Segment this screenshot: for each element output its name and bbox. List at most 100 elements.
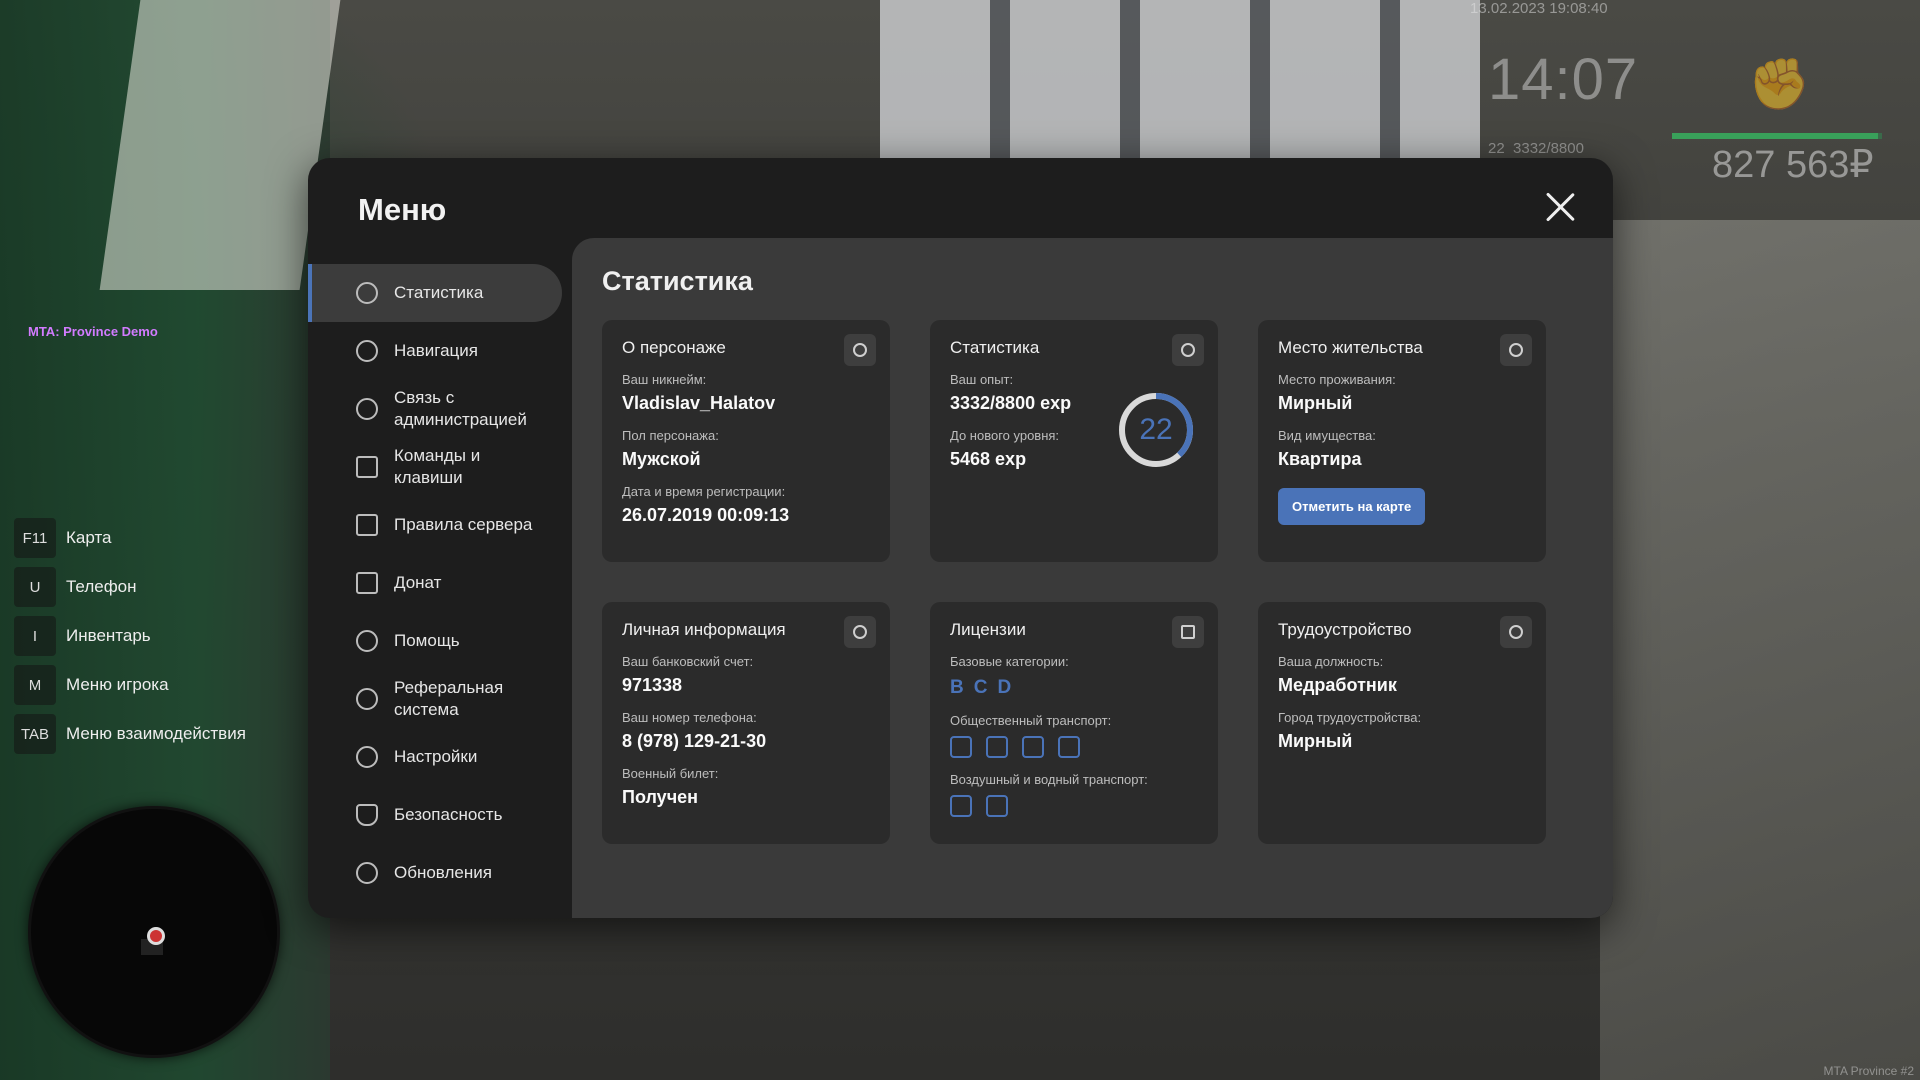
gender-value: Мужской bbox=[622, 449, 701, 469]
job-city-value: Мирный bbox=[1278, 731, 1353, 751]
gear-icon bbox=[356, 746, 378, 768]
content-title: Статистика bbox=[602, 266, 753, 296]
hud-time: 14:07 bbox=[1488, 47, 1639, 112]
level-ring: 22 bbox=[1116, 390, 1196, 470]
field-label: Место проживания: bbox=[1278, 372, 1396, 387]
nav-label: Навигация bbox=[394, 341, 478, 360]
field-label: Общественный транспорт: bbox=[950, 713, 1112, 728]
card-title: Лицензии bbox=[950, 620, 1026, 639]
wallet-icon bbox=[356, 572, 378, 594]
nickname-value: Vladislav_Halatov bbox=[622, 393, 776, 413]
nav-item-statistics[interactable]: Статистика bbox=[308, 264, 562, 322]
hotkey-row[interactable]: U Телефон bbox=[14, 567, 246, 607]
card-title: Трудоустройство bbox=[1278, 620, 1412, 639]
field-label: Дата и время регистрации: bbox=[622, 484, 786, 499]
nav-item-settings[interactable]: Настройки bbox=[308, 728, 562, 786]
health-bar bbox=[1672, 133, 1882, 139]
public-transport-icons bbox=[950, 736, 1198, 758]
handshake-icon bbox=[356, 630, 378, 652]
field-label: Ваша должность: bbox=[1278, 654, 1384, 669]
shield-icon bbox=[356, 804, 378, 826]
card-title: Личная информация bbox=[622, 620, 786, 639]
background-lockers bbox=[880, 0, 1480, 160]
bank-value: 971338 bbox=[622, 675, 683, 695]
refresh-icon bbox=[356, 862, 378, 884]
bus-icon bbox=[950, 736, 972, 758]
nav-item-commands[interactable]: Команды и клавиши bbox=[308, 438, 562, 496]
nav-item-navigation[interactable]: Навигация bbox=[308, 322, 562, 380]
waypoint-icon bbox=[147, 927, 165, 945]
card-title: Статистика bbox=[950, 338, 1040, 357]
nav-item-security[interactable]: Безопасность bbox=[308, 786, 562, 844]
military-value: Получен bbox=[622, 787, 699, 807]
nav-label: Безопасность bbox=[394, 805, 503, 824]
registration-value: 26.07.2019 00:09:13 bbox=[622, 505, 790, 525]
menu-sidebar: Статистика Навигация Связь с администрац… bbox=[308, 264, 562, 902]
nav-item-help[interactable]: Помощь bbox=[308, 612, 562, 670]
nav-item-admin-contact[interactable]: Связь с администрацией bbox=[308, 380, 562, 438]
nav-item-referral[interactable]: Реферальная система bbox=[308, 670, 562, 728]
hotkey-key: F11 bbox=[14, 518, 56, 558]
hotkey-row[interactable]: TAB Меню взаимодействия bbox=[14, 714, 246, 754]
nav-label: Статистика bbox=[394, 283, 484, 302]
field-label: Ваш никнейм: bbox=[622, 372, 707, 387]
license-category: D bbox=[997, 677, 1012, 698]
mark-on-map-button[interactable]: Отметить на карте bbox=[1278, 488, 1426, 525]
close-button[interactable] bbox=[1543, 190, 1577, 224]
nav-label: Настройки bbox=[394, 747, 478, 766]
metro-icon bbox=[1058, 736, 1080, 758]
field-label: Город трудоустройства: bbox=[1278, 710, 1422, 725]
nav-label: Правила сервера bbox=[394, 515, 533, 534]
hotkey-row[interactable]: M Меню игрока bbox=[14, 665, 246, 705]
nav-item-rules[interactable]: Правила сервера bbox=[308, 496, 562, 554]
background-floor bbox=[1600, 220, 1920, 1080]
card-residence: Место жительства Место проживания: Мирны… bbox=[1258, 320, 1546, 562]
fist-icon: ✊ bbox=[1748, 56, 1811, 112]
profile-icon bbox=[844, 616, 876, 648]
background-poster bbox=[99, 0, 341, 290]
card-statistics: Статистика Ваш опыт: 3332/8800 exp До но… bbox=[930, 320, 1218, 562]
phone-value: 8 (978) 129-21-30 bbox=[622, 731, 767, 751]
nav-label: Помощь bbox=[394, 631, 460, 650]
server-label: MTA: Province Demo bbox=[28, 324, 158, 339]
residence-value: Мирный bbox=[1278, 393, 1353, 413]
hotkey-key: M bbox=[14, 665, 56, 705]
document-icon bbox=[1172, 616, 1204, 648]
hotkey-row[interactable]: I Инвентарь bbox=[14, 616, 246, 656]
hotkey-list: F11 Карта U Телефон I Инвентарь M Меню игрок… bbox=[14, 518, 246, 763]
nav-item-updates[interactable]: Обновления bbox=[308, 844, 562, 902]
card-personal: Личная информация Ваш банковский счет: 9… bbox=[602, 602, 890, 844]
field-label: Ваш опыт: bbox=[950, 372, 1014, 387]
card-licenses: Лицензии Базовые категории: B C D Общест… bbox=[930, 602, 1218, 844]
hotkey-row[interactable]: F11 Карта bbox=[14, 518, 246, 558]
hud-exp: 3332/8800 bbox=[1513, 140, 1584, 157]
user-icon bbox=[844, 334, 876, 366]
scales-icon bbox=[356, 514, 378, 536]
field-label: Базовые категории: bbox=[950, 654, 1069, 669]
field-label: Пол персонажа: bbox=[622, 428, 719, 443]
headset-icon bbox=[356, 398, 378, 420]
hotkey-key: U bbox=[14, 567, 56, 607]
compass-icon bbox=[356, 340, 378, 362]
referral-icon bbox=[356, 688, 378, 710]
hotkey-label: Меню игрока bbox=[66, 675, 169, 694]
card-character: О персонаже Ваш никнейм: Vladislav_Halat… bbox=[602, 320, 890, 562]
hotkey-label: Инвентарь bbox=[66, 626, 151, 645]
content-panel: Статистика О персонаже Ваш никнейм: Vlad… bbox=[572, 238, 1613, 918]
license-category: C bbox=[973, 677, 988, 698]
card-job: Трудоустройство Ваша должность: Медработ… bbox=[1258, 602, 1546, 844]
job-position-value: Медработник bbox=[1278, 675, 1397, 695]
air-water-transport-icons bbox=[950, 795, 1198, 817]
hammer-icon bbox=[1500, 616, 1532, 648]
nav-item-donate[interactable]: Донат bbox=[308, 554, 562, 612]
hotkey-label: Карта bbox=[66, 528, 112, 547]
hotkey-key: TAB bbox=[14, 714, 56, 754]
nav-label: Обновления bbox=[394, 863, 492, 882]
license-categories: B C D bbox=[950, 677, 1198, 699]
card-title: Место жительства bbox=[1278, 338, 1423, 357]
property-type-value: Квартира bbox=[1278, 449, 1362, 469]
hotkey-label: Телефон bbox=[66, 577, 137, 596]
license-category: B bbox=[950, 677, 964, 698]
boat-icon bbox=[986, 795, 1008, 817]
level-number: 22 bbox=[1139, 413, 1173, 446]
